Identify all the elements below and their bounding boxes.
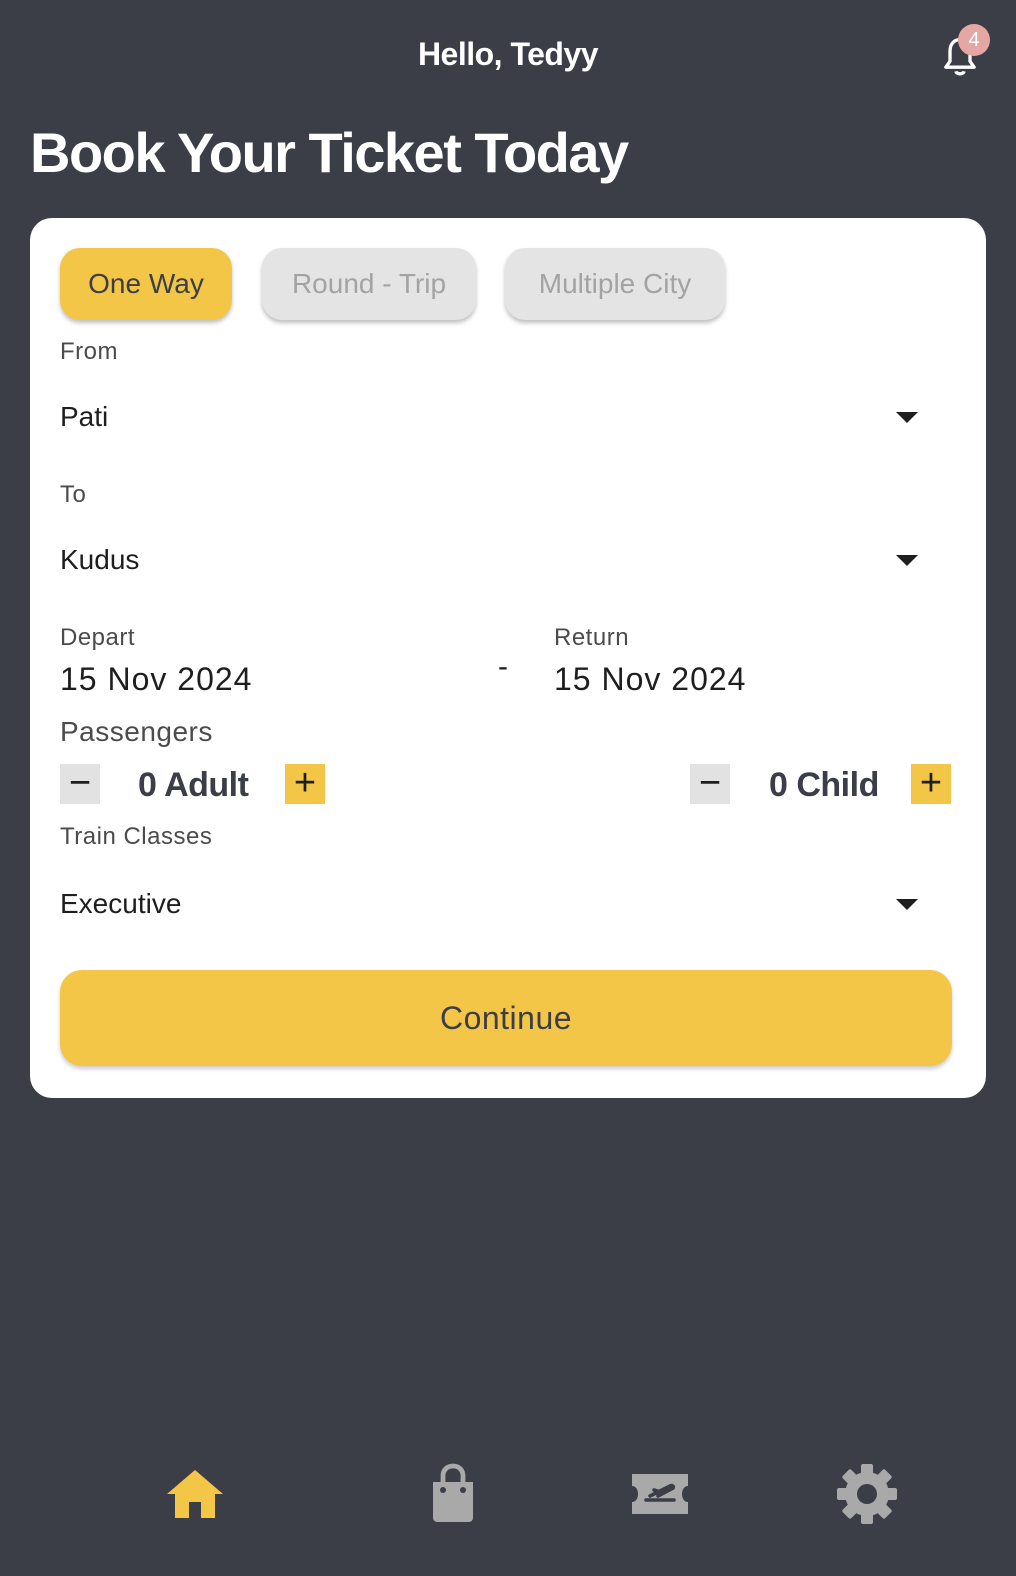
to-dropdown-caret-icon[interactable]	[896, 555, 918, 566]
adult-decrement-button[interactable]: −	[60, 764, 100, 804]
tab-one-way[interactable]: One Way	[60, 248, 232, 320]
notification-badge: 4	[958, 24, 990, 56]
ticket-icon[interactable]	[628, 1462, 692, 1526]
train-class-select[interactable]: Executive	[60, 888, 181, 920]
adult-increment-button[interactable]: +	[285, 764, 325, 804]
child-decrement-button[interactable]: −	[690, 764, 730, 804]
to-select[interactable]: Kudus	[60, 544, 139, 576]
continue-button[interactable]: Continue	[60, 970, 952, 1066]
booking-card: One Way Round - Trip Multiple City From …	[30, 218, 986, 1098]
return-label: Return	[554, 624, 630, 651]
from-select[interactable]: Pati	[60, 401, 108, 433]
settings-gear-icon[interactable]	[835, 1462, 899, 1526]
train-classes-label: Train Classes	[60, 823, 213, 850]
child-increment-button[interactable]: +	[911, 764, 951, 804]
home-icon[interactable]	[163, 1462, 227, 1526]
return-date[interactable]: 15 Nov 2024	[554, 661, 746, 698]
depart-date[interactable]: 15 Nov 2024	[60, 661, 252, 698]
passengers-label: Passengers	[60, 716, 213, 747]
from-dropdown-caret-icon[interactable]	[896, 412, 918, 423]
from-label: From	[60, 338, 118, 365]
child-count: 0 Child	[769, 766, 879, 804]
class-dropdown-caret-icon[interactable]	[896, 899, 918, 910]
adult-count: 0 Adult	[138, 766, 249, 804]
booking-screen: Hello, Tedyy 4 Book Your Ticket Today On…	[0, 0, 1016, 1576]
shopping-bag-icon[interactable]	[421, 1462, 485, 1526]
tab-multiple-city[interactable]: Multiple City	[505, 248, 725, 320]
tab-round-trip[interactable]: Round - Trip	[262, 248, 476, 320]
to-label: To	[60, 481, 87, 508]
page-title: Book Your Ticket Today	[30, 121, 629, 184]
depart-label: Depart	[60, 624, 136, 651]
date-separator: -	[498, 650, 508, 683]
greeting-text: Hello, Tedyy	[417, 36, 599, 72]
